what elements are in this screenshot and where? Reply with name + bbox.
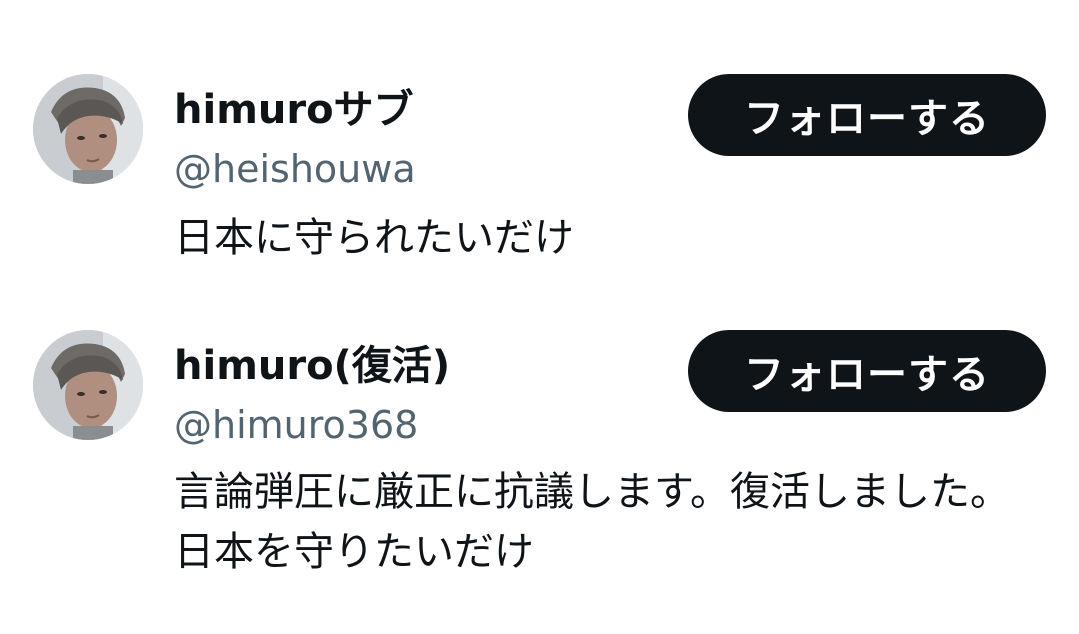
follow-button[interactable]: フォローする [688,74,1046,156]
user-handle[interactable]: @himuro368 [174,402,418,448]
avatar[interactable] [33,330,143,440]
user-card[interactable]: himuro(復活) @himuro368 言論弾圧に厳正に抗議します。復活しま… [0,326,1079,586]
user-bio: 日本に守られたいだけ [174,215,574,261]
avatar[interactable] [33,74,143,184]
user-card[interactable]: himuroサブ @heishouwa 日本に守られたいだけ フォローする [0,70,1079,270]
avatar-image [33,74,143,184]
user-bio: 言論弾圧に厳正に抗議します。復活しました。日本を守りたいだけ [174,469,1010,575]
avatar-image [33,330,143,440]
display-name[interactable]: himuroサブ [174,86,414,134]
user-handle[interactable]: @heishouwa [174,146,416,192]
follow-button[interactable]: フォローする [688,330,1046,412]
display-name[interactable]: himuro(復活) [174,342,450,390]
